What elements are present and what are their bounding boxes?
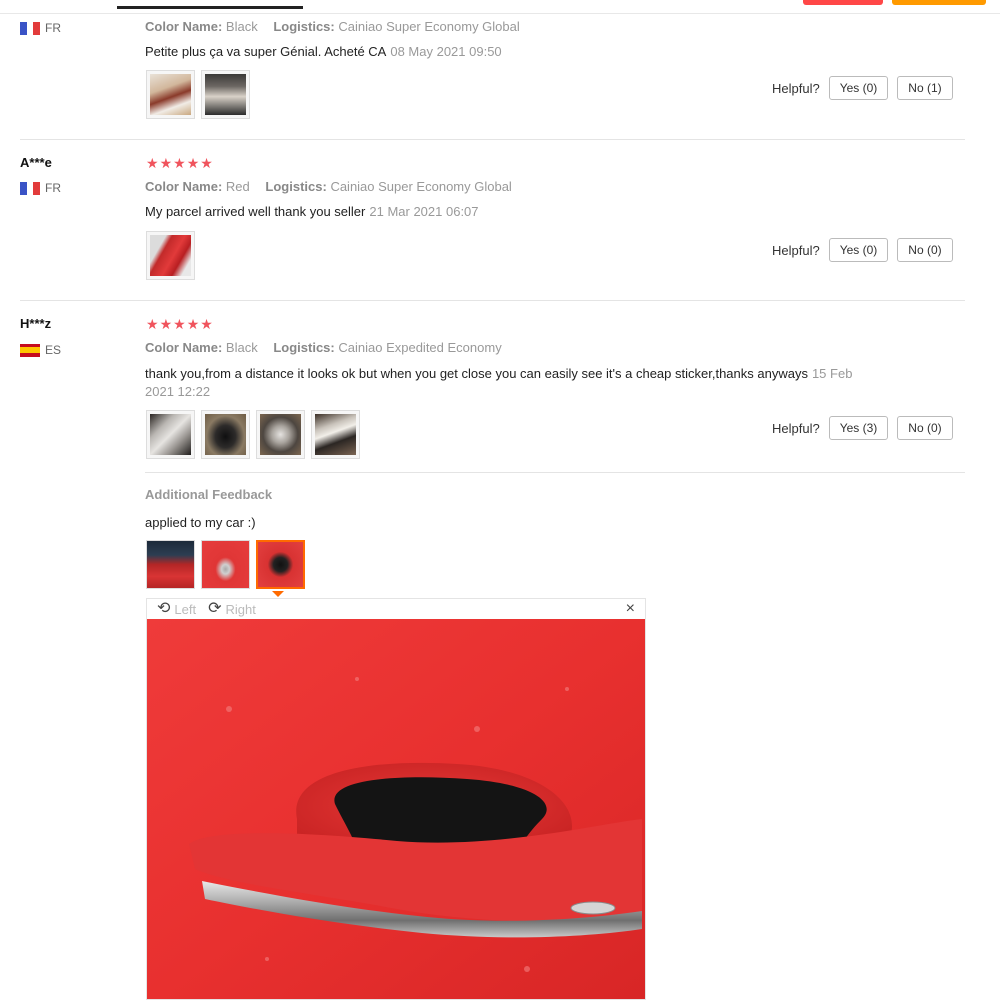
review-photo-thumb[interactable] [146,231,195,280]
star-icon: ★ [146,155,159,171]
star-icon: ★ [186,155,200,171]
rotate-right-icon: ⟳ [208,600,222,617]
feedback-divider [145,472,965,473]
user-country: FR [20,181,61,195]
star-icon: ★ [146,316,159,332]
top-bar [0,0,1000,14]
review-divider [20,300,965,301]
user-name: A***e [20,155,52,170]
user-name: H***z [20,316,52,331]
helpful-no-button[interactable]: No (0) [897,416,953,440]
star-icon: ★ [200,155,213,171]
review-photo-thumb[interactable] [311,410,360,459]
enlarged-photo [147,619,645,999]
helpful-votes: Helpful? Yes (0) No (0) [772,238,953,262]
star-icon: ★ [159,316,173,332]
review-photo-thumb[interactable] [201,410,250,459]
helpful-no-button[interactable]: No (0) [897,238,953,262]
star-icon: ★ [173,155,186,171]
additional-feedback-photos [146,540,305,589]
helpful-votes: Helpful? Yes (3) No (0) [772,416,953,440]
additional-feedback-text: applied to my car :) [145,515,256,530]
star-rating: ★ ★ ★ ★ ★ [146,317,213,331]
review-photo-thumb[interactable] [146,70,195,119]
france-flag-icon [20,21,41,35]
review-photos [146,231,195,280]
helpful-yes-button[interactable]: Yes (0) [828,238,889,262]
additional-feedback-title: Additional Feedback [145,487,273,502]
feedback-photo-thumb[interactable] [146,540,195,589]
star-icon: ★ [200,316,213,332]
car-door-handle-photo [147,619,645,999]
rotate-left-icon: ⟲ [157,600,171,617]
review-text: Petite plus ça va super Génial. Acheté C… [145,44,502,59]
selected-thumb-caret [272,591,284,597]
photo-viewer: ⟲ Left ⟳ Right × [146,598,646,1000]
user-country: ES [20,343,61,357]
helpful-votes: Helpful? Yes (0) No (1) [772,76,953,100]
star-rating: ★ ★ ★ ★ ★ [146,156,213,170]
close-icon[interactable]: × [626,600,635,618]
france-flag-icon [20,181,41,195]
active-tab-indicator [117,6,303,9]
review-divider [20,139,965,140]
review-photos [146,70,250,119]
review-photos [146,410,360,459]
review-meta: Color Name: Black Logistics: Cainiao Sup… [145,19,520,34]
review-meta: Color Name: Black Logistics: Cainiao Exp… [145,340,502,355]
review-text: thank you,from a distance it looks ok bu… [145,366,853,399]
add-to-cart-button[interactable] [892,0,986,5]
helpful-yes-button[interactable]: Yes (0) [828,76,889,100]
star-icon: ★ [173,316,186,332]
viewer-toolbar: ⟲ Left ⟳ Right × [147,599,645,619]
rotate-right-button[interactable]: ⟳ Right [208,601,256,617]
helpful-no-button[interactable]: No (1) [897,76,953,100]
review-meta: Color Name: Red Logistics: Cainiao Super… [145,179,512,194]
review-photo-thumb[interactable] [201,70,250,119]
spain-flag-icon [20,343,40,357]
star-icon: ★ [186,316,200,332]
buy-now-button[interactable] [803,0,883,5]
user-country: FR [20,21,61,35]
review-photo-thumb[interactable] [146,410,195,459]
rotate-left-button[interactable]: ⟲ Left [157,601,196,617]
star-icon: ★ [159,155,173,171]
review-text: My parcel arrived well thank you seller 2… [145,204,479,219]
feedback-photo-thumb-active[interactable] [256,540,305,589]
review-photo-thumb[interactable] [256,410,305,459]
helpful-yes-button[interactable]: Yes (3) [828,416,889,440]
feedback-photo-thumb[interactable] [201,540,250,589]
